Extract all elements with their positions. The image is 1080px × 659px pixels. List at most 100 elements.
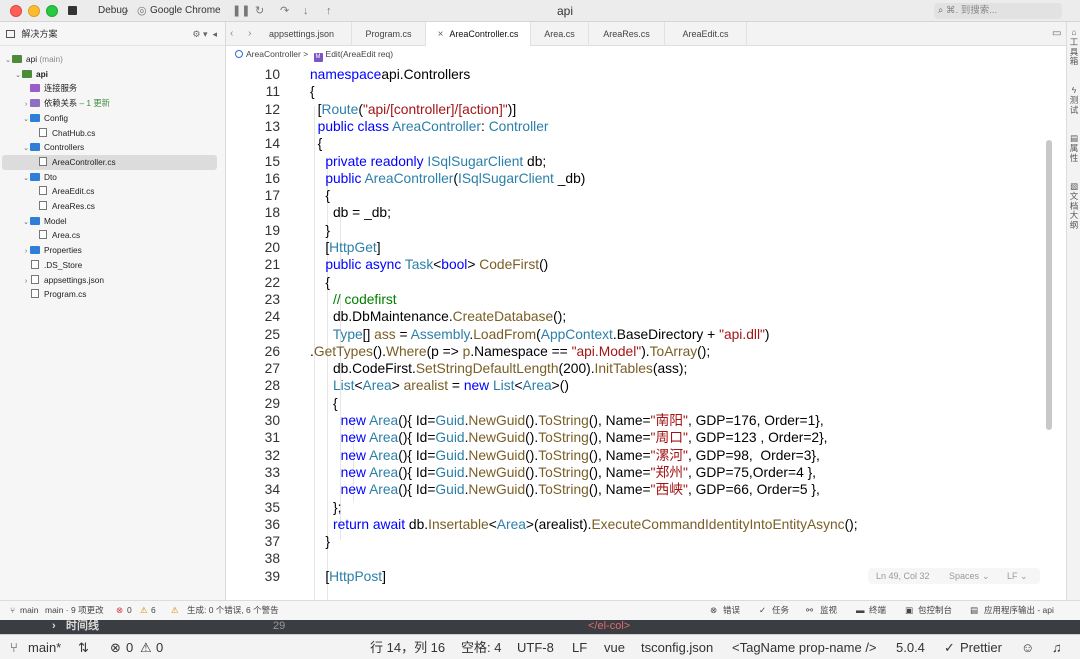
error-count[interactable]: 0 xyxy=(127,601,132,620)
tree-item-dependencies[interactable]: › 依赖关系 – 1 更新 xyxy=(0,96,225,111)
tagname-style[interactable]: <TagName prop-name /> xyxy=(732,635,877,659)
step-into-icon[interactable]: ↓ xyxy=(303,4,309,18)
code-line[interactable]: 35 }; xyxy=(226,499,1046,516)
tree-item-connected-services[interactable]: 连接服务 xyxy=(0,81,225,96)
minimize-window-button[interactable] xyxy=(28,5,40,17)
tab-areacontroller[interactable]: × AreaController.cs xyxy=(426,22,531,46)
indent-spaces[interactable]: 空格: 4 xyxy=(461,635,501,659)
encoding[interactable]: UTF-8 xyxy=(517,635,554,659)
code-line[interactable]: 21 public async Task<bool> CodeFirst() xyxy=(226,256,1046,273)
git-branch[interactable]: main* xyxy=(28,635,61,659)
terminal-panel-button[interactable]: 终端 xyxy=(869,601,886,620)
search-input[interactable]: ⌕ ⌘. 到搜索... xyxy=(934,3,1062,19)
tree-item-solution[interactable]: ⌄ api (main) xyxy=(0,52,225,67)
code-line[interactable]: 12 [Route("api/[controller]/[action]")] xyxy=(226,101,1046,118)
code-line[interactable]: 15 private readonly ISqlSugarClient db; xyxy=(226,153,1046,170)
tree-item-area[interactable]: Area.cs xyxy=(0,228,225,243)
indent-setting[interactable]: Spaces xyxy=(949,568,979,584)
end-of-line[interactable]: LF xyxy=(572,635,587,659)
app-output-button[interactable]: 应用程序输出 - api xyxy=(984,601,1054,620)
tab-areaedit[interactable]: AreaEdit.cs xyxy=(665,22,747,46)
tasks-panel-button[interactable]: 任务 xyxy=(772,601,789,620)
git-changes[interactable]: main · 9 项更改 xyxy=(45,601,104,620)
code-line[interactable]: 25 Type[] ass = Assembly.LoadFrom(AppCon… xyxy=(226,326,1046,343)
tree-item-ds-store[interactable]: .DS_Store xyxy=(0,258,225,273)
code-line[interactable]: 34 new Area(){ Id=Guid.NewGuid().ToStrin… xyxy=(226,481,1046,498)
code-line[interactable]: 18 db = _db; xyxy=(226,204,1046,221)
code-line[interactable]: 26 .GetTypes().Where(p => p.Namespace == … xyxy=(226,343,1046,360)
tree-item-areaedit[interactable]: AreaEdit.cs xyxy=(0,184,225,199)
prettier-formatter[interactable]: Prettier xyxy=(960,635,1002,659)
code-line[interactable]: 30 new Area(){ Id=Guid.NewGuid().ToStrin… xyxy=(226,412,1046,429)
cursor-position[interactable]: 行 14，列 16 xyxy=(370,635,445,659)
line-ending-setting[interactable]: LF xyxy=(1007,568,1018,584)
language-mode[interactable]: vue xyxy=(604,635,625,659)
tree-item-properties[interactable]: › Properties xyxy=(0,243,225,258)
warning-count[interactable]: 6 xyxy=(151,601,156,620)
code-editor[interactable]: 10 namespaceapi.Controllers 11 {12 [Route("… xyxy=(226,62,1066,600)
test-label[interactable]: 测试 xyxy=(1068,95,1080,115)
tree-item-program[interactable]: Program.cs xyxy=(0,287,225,302)
problems-warnings[interactable]: 0 xyxy=(156,635,163,659)
tree-item-model[interactable]: ⌄ Model xyxy=(0,214,225,229)
tab-overflow-icon[interactable]: ▭ xyxy=(1052,22,1061,46)
code-line[interactable]: 11 { xyxy=(226,83,1046,100)
problems-errors[interactable]: 0 xyxy=(126,635,133,659)
run-config-select[interactable]: Debug xyxy=(98,4,127,18)
git-branch[interactable]: main xyxy=(20,601,38,620)
errors-panel-button[interactable]: 错误 xyxy=(723,601,740,620)
target-select[interactable]: Google Chrome xyxy=(150,4,221,18)
code-line[interactable]: 22 { xyxy=(226,274,1046,291)
code-line[interactable]: 38 xyxy=(226,550,1046,567)
tab-appsettings[interactable]: appsettings.json xyxy=(252,22,352,46)
code-line[interactable]: 24 db.DbMaintenance.CreateDatabase(); xyxy=(226,308,1046,325)
restart-icon[interactable]: ↻ xyxy=(255,4,264,18)
code-line[interactable]: 10 namespaceapi.Controllers xyxy=(226,66,1046,83)
zoom-window-button[interactable] xyxy=(46,5,58,17)
code-line[interactable]: 14 { xyxy=(226,135,1046,152)
tab-areares[interactable]: AreaRes.cs xyxy=(589,22,665,46)
code-line[interactable]: 28 List<Area> arealist = new List<Area>(… xyxy=(226,377,1046,394)
code-line[interactable]: 19 } xyxy=(226,222,1046,239)
code-line[interactable]: 33 new Area(){ Id=Guid.NewGuid().ToStrin… xyxy=(226,464,1046,481)
step-out-icon[interactable]: ↑ xyxy=(326,4,332,18)
tree-item-project[interactable]: ⌄ api xyxy=(0,67,225,82)
package-console-button[interactable]: 包控制台 xyxy=(918,601,952,620)
tree-item-dto[interactable]: ⌄ Dto xyxy=(0,170,225,185)
code-line[interactable]: 37 } xyxy=(226,533,1046,550)
tree-item-controllers[interactable]: ⌄ Controllers xyxy=(0,140,225,155)
stop-icon[interactable] xyxy=(68,6,77,15)
tab-area[interactable]: Area.cs xyxy=(531,22,589,46)
code-line[interactable]: 27 db.CodeFirst.SetStringDefaultLength(2… xyxy=(226,360,1046,377)
code-line[interactable]: 36 return await db.Insertable<Area>(area… xyxy=(226,516,1046,533)
code-line[interactable]: 32 new Area(){ Id=Guid.NewGuid().ToStrin… xyxy=(226,447,1046,464)
bell-icon[interactable]: ♫ xyxy=(1052,635,1062,659)
ts-version[interactable]: 5.0.4 xyxy=(896,635,925,659)
toolbox-label[interactable]: 工具箱 xyxy=(1068,37,1080,67)
step-over-icon[interactable]: ↷ xyxy=(280,4,289,18)
code-line[interactable]: 23 // codefirst xyxy=(226,291,1046,308)
editor-scrollbar[interactable] xyxy=(1046,140,1052,430)
tree-item-config[interactable]: ⌄ Config xyxy=(0,111,225,126)
tree-item-appsettings[interactable]: › appsettings.json xyxy=(0,273,225,288)
sync-icon[interactable]: ⇅ xyxy=(78,635,89,659)
code-line[interactable]: 20 [HttpGet] xyxy=(226,239,1046,256)
tab-program[interactable]: Program.cs xyxy=(352,22,426,46)
code-line[interactable]: 31 new Area(){ Id=Guid.NewGuid().ToStrin… xyxy=(226,429,1046,446)
code-line[interactable]: 13 public class AreaController: Controll… xyxy=(226,118,1046,135)
timeline-label[interactable]: 时间线 xyxy=(66,620,99,633)
outline-label[interactable]: 文档大纲 xyxy=(1068,191,1080,230)
tsconfig[interactable]: tsconfig.json xyxy=(641,635,713,659)
code-line[interactable]: 29 { xyxy=(226,395,1046,412)
watch-panel-button[interactable]: 监视 xyxy=(820,601,837,620)
tree-item-areacontroller[interactable]: AreaController.cs xyxy=(2,154,217,170)
close-window-button[interactable] xyxy=(10,5,22,17)
close-icon[interactable]: × xyxy=(438,29,444,40)
breadcrumb-method[interactable]: Edit(AreaEdit req) xyxy=(326,49,394,59)
properties-label[interactable]: 属性 xyxy=(1068,143,1080,163)
cursor-position[interactable]: Ln 49, Col 32 xyxy=(876,568,930,584)
code-line[interactable]: 17 { xyxy=(226,187,1046,204)
tree-item-areares[interactable]: AreaRes.cs xyxy=(0,199,225,214)
pause-icon[interactable]: ❚❚ xyxy=(232,4,250,18)
breadcrumb-class[interactable]: AreaController xyxy=(246,49,301,59)
